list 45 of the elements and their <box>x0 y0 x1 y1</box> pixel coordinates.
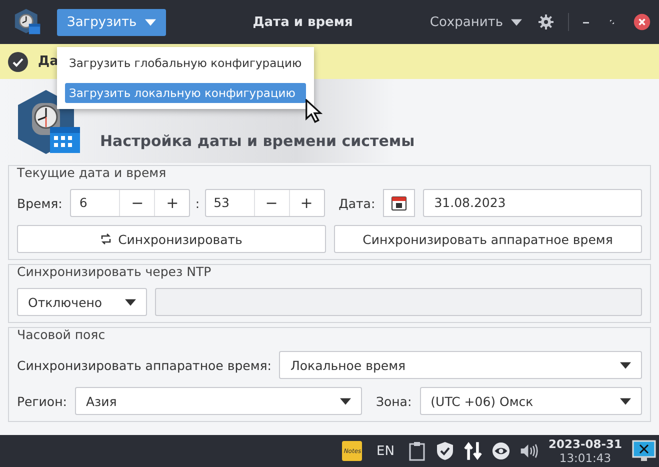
caret-icon <box>125 298 136 306</box>
time-separator: : <box>195 196 200 210</box>
eye-icon[interactable] <box>492 441 510 461</box>
region-dropdown[interactable]: Азия <box>74 387 362 415</box>
caret-icon <box>620 362 631 368</box>
sync-button[interactable]: Синхронизировать <box>17 225 326 253</box>
calendar-icon <box>391 195 408 211</box>
window-title: Дата и время <box>252 14 354 30</box>
hardware-clock-label: Синхронизировать аппаратное время: <box>17 358 272 372</box>
maximize-icon[interactable] <box>607 17 617 27</box>
sync-icon <box>100 233 112 245</box>
date-label: Дата: <box>338 196 376 210</box>
time-label: Время: <box>17 196 62 210</box>
keyboard-layout-indicator[interactable]: EN <box>376 444 394 458</box>
hours-spinbox[interactable]: 6 − + <box>70 189 190 217</box>
header-subtitle: Настройка даты и времени системы <box>100 132 415 150</box>
menu-item[interactable]: Загрузить глобальную конфигурацию <box>65 53 306 73</box>
close-icon[interactable] <box>633 13 651 31</box>
calendar-button[interactable] <box>383 189 416 217</box>
check-icon <box>8 52 28 72</box>
caret-icon <box>340 398 351 404</box>
clock-date[interactable]: 2023-08-31 <box>548 437 622 451</box>
group-title: Текущие дата и время <box>17 165 168 181</box>
screenshot-tool-icon[interactable] <box>632 440 656 462</box>
region-label: Регион: <box>17 394 67 408</box>
clipboard-icon[interactable] <box>408 441 426 461</box>
hardware-sync-button[interactable]: Синхронизировать аппаратное время <box>334 225 642 253</box>
zone-label: Зона: <box>376 394 412 408</box>
caret-icon <box>511 18 522 26</box>
settings-icon[interactable] <box>538 14 554 30</box>
minutes-spinbox[interactable]: 53 − + <box>204 189 325 217</box>
date-field[interactable]: 31.08.2023 <box>423 189 642 217</box>
clock-time[interactable]: 13:01:43 <box>559 451 612 465</box>
shield-check-icon[interactable] <box>436 441 454 461</box>
banner-text: Да <box>38 54 58 69</box>
zone-dropdown[interactable]: (UTC +06) Омск <box>420 387 642 415</box>
group-title: Синхронизировать через NTP <box>17 264 212 280</box>
hardware-clock-dropdown[interactable]: Локальное время <box>279 351 642 379</box>
caret-icon <box>144 18 156 26</box>
network-arrows-icon[interactable] <box>464 441 482 461</box>
clock-calendar-icon <box>14 8 42 36</box>
ntp-mode-dropdown[interactable]: Отключено <box>17 288 147 316</box>
save-button[interactable]: Сохранить <box>430 14 522 30</box>
caret-icon <box>620 398 631 404</box>
group-title: Часовой пояс <box>17 327 106 343</box>
